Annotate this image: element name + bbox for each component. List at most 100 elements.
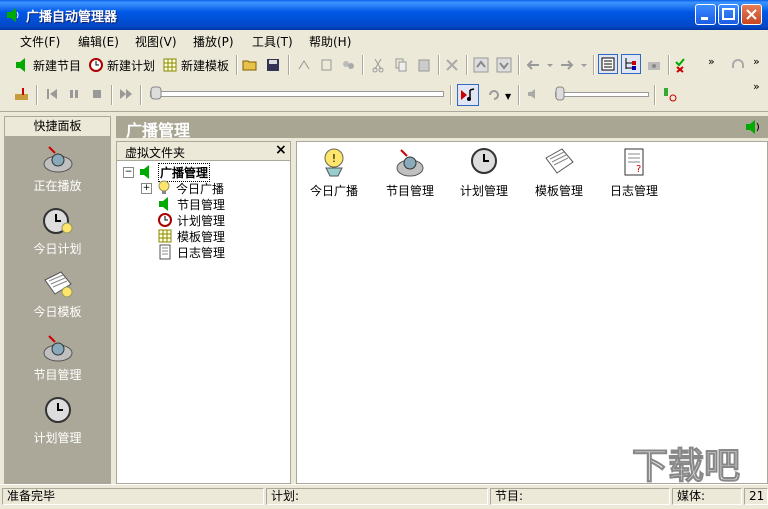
close-button[interactable] <box>741 4 762 25</box>
quick-item-today-plan[interactable]: 今日计划 <box>4 207 111 257</box>
new-plan-label: 新建计划 <box>107 58 156 73</box>
auto-play-button[interactable] <box>457 84 479 106</box>
new-program-button[interactable]: 新建节目 <box>14 55 81 75</box>
fast-forward-icon[interactable] <box>118 86 134 102</box>
list-view-button[interactable] <box>598 54 618 74</box>
toolbar2-overflow-chevron[interactable]: » <box>753 80 760 93</box>
menu-help[interactable]: 帮助(H) <box>309 33 351 50</box>
clock-icon <box>471 148 497 174</box>
disconnect-icon[interactable] <box>661 86 677 102</box>
log-icon <box>159 244 171 260</box>
headphone-icon[interactable] <box>730 57 746 73</box>
volume-thumb[interactable] <box>555 86 565 102</box>
new-plan-button[interactable]: 新建计划 <box>88 55 155 75</box>
speaker-icon <box>746 120 759 134</box>
lightbulb-icon <box>158 180 170 194</box>
menu-view[interactable]: 视图(V) <box>135 33 177 50</box>
collapse-icon[interactable]: − <box>123 166 134 178</box>
title-bar[interactable]: 广播自动管理器 <box>0 0 768 30</box>
content-item-plan-manage[interactable]: 计划管理 <box>451 146 517 199</box>
progress-track[interactable] <box>150 91 444 97</box>
tree-item-label: 节目管理 <box>177 197 226 212</box>
content-item-label: 日志管理 <box>609 184 658 198</box>
quick-item-plan-manage[interactable]: 计划管理 <box>4 396 111 446</box>
speaker-icon <box>16 58 25 72</box>
menu-bar: 文件(F) 编辑(E) 视图(V) 播放(P) 工具(T) 帮助(H) <box>0 30 768 51</box>
stop-icon[interactable] <box>89 86 105 102</box>
menu-tools[interactable]: 工具(T) <box>252 33 293 50</box>
cd-player-icon <box>396 149 424 177</box>
svg-text:下载吧: 下载吧 <box>632 446 740 484</box>
lightbulb-icon: ! <box>324 148 344 177</box>
tree-item-log-manage[interactable]: 日志管理 <box>157 244 225 260</box>
list-view-icon <box>601 57 615 71</box>
clock-icon <box>89 58 103 72</box>
menu-play[interactable]: 播放(P) <box>193 33 234 50</box>
tree-header: 虚拟文件夹 × <box>117 142 290 161</box>
minimize-button[interactable] <box>695 4 716 25</box>
repeat-dropdown-arrow[interactable]: ▼ <box>505 92 511 101</box>
expand-icon[interactable]: + <box>141 182 152 194</box>
repeat-icon[interactable] <box>486 87 502 103</box>
close-icon <box>746 9 757 20</box>
quick-item-today-template[interactable]: 今日模板 <box>4 270 111 320</box>
template-icon <box>158 229 172 243</box>
copy-icon[interactable] <box>393 57 409 73</box>
check-cross-icon[interactable] <box>674 57 690 73</box>
svg-text:!: ! <box>332 152 336 165</box>
content-item-log-manage[interactable]: ? 日志管理 <box>601 146 667 199</box>
status-media: 媒体: <box>672 488 742 505</box>
tree-item-today-broadcast[interactable]: + 今日广播 <box>141 180 224 196</box>
quick-item-now-playing[interactable]: 正在播放 <box>4 144 111 194</box>
tree-item-label: 今日广播 <box>176 181 225 196</box>
tree-item-label: 模板管理 <box>177 229 226 244</box>
tree-view-button[interactable] <box>621 54 641 74</box>
group-icon[interactable] <box>340 57 356 73</box>
copy-file-icon[interactable] <box>318 57 334 73</box>
tree-item-plan-manage[interactable]: 计划管理 <box>157 212 225 228</box>
tree-item-program-manage[interactable]: 节目管理 <box>157 196 225 212</box>
main-toolbar: 新建节目 新建计划 新建模板 » » <box>0 51 768 78</box>
cut-icon[interactable] <box>370 57 386 73</box>
forward-arrow-icon[interactable] <box>559 57 589 73</box>
speaker-icon <box>140 165 149 179</box>
prev-track-icon[interactable] <box>44 86 60 102</box>
open-folder-icon[interactable] <box>242 57 258 73</box>
quick-item-label: 今日计划 <box>33 242 82 256</box>
menu-edit[interactable]: 编辑(E) <box>78 33 119 50</box>
toolbar-overflow-chevron[interactable]: » <box>708 55 715 68</box>
maximize-button[interactable] <box>718 4 739 25</box>
status-program: 节目: <box>490 488 670 505</box>
tree-close-icon[interactable]: × <box>275 142 287 158</box>
move-up-icon[interactable] <box>473 57 489 73</box>
toolbar-overflow-chevron-2[interactable]: » <box>753 55 760 68</box>
speaker-icon <box>159 197 168 211</box>
content-item-program-manage[interactable]: 节目管理 <box>377 146 443 199</box>
progress-thumb[interactable] <box>150 86 162 102</box>
tree-item-template-manage[interactable]: 模板管理 <box>157 228 225 244</box>
paste-icon[interactable] <box>416 57 432 73</box>
content-item-template-manage[interactable]: 模板管理 <box>526 146 592 199</box>
content-item-label: 计划管理 <box>459 184 508 198</box>
content-item-today-broadcast[interactable]: ! 今日广播 <box>301 146 367 199</box>
import-icon[interactable] <box>296 57 312 73</box>
new-template-label: 新建模板 <box>181 58 230 73</box>
tree-item-label: 计划管理 <box>177 213 226 228</box>
play-music-icon[interactable] <box>14 86 30 102</box>
volume-icon[interactable] <box>526 86 542 102</box>
new-template-button[interactable]: 新建模板 <box>162 55 229 75</box>
tree-root[interactable]: − 广播管理 <box>123 162 211 182</box>
pause-icon[interactable] <box>66 86 82 102</box>
status-media-value: 21 <box>744 488 768 505</box>
save-icon[interactable] <box>265 57 281 73</box>
clock-icon <box>158 213 172 227</box>
back-arrow-icon[interactable] <box>525 57 555 73</box>
quick-item-program-manage[interactable]: 节目管理 <box>4 333 111 383</box>
content-item-label: 今日广播 <box>309 184 358 198</box>
move-down-icon[interactable] <box>496 57 512 73</box>
menu-file[interactable]: 文件(F) <box>20 33 60 50</box>
camera-icon[interactable] <box>646 57 662 73</box>
volume-track[interactable] <box>555 92 649 97</box>
delete-icon[interactable] <box>444 57 460 73</box>
download-site-logo: 下载吧 <box>632 446 741 488</box>
